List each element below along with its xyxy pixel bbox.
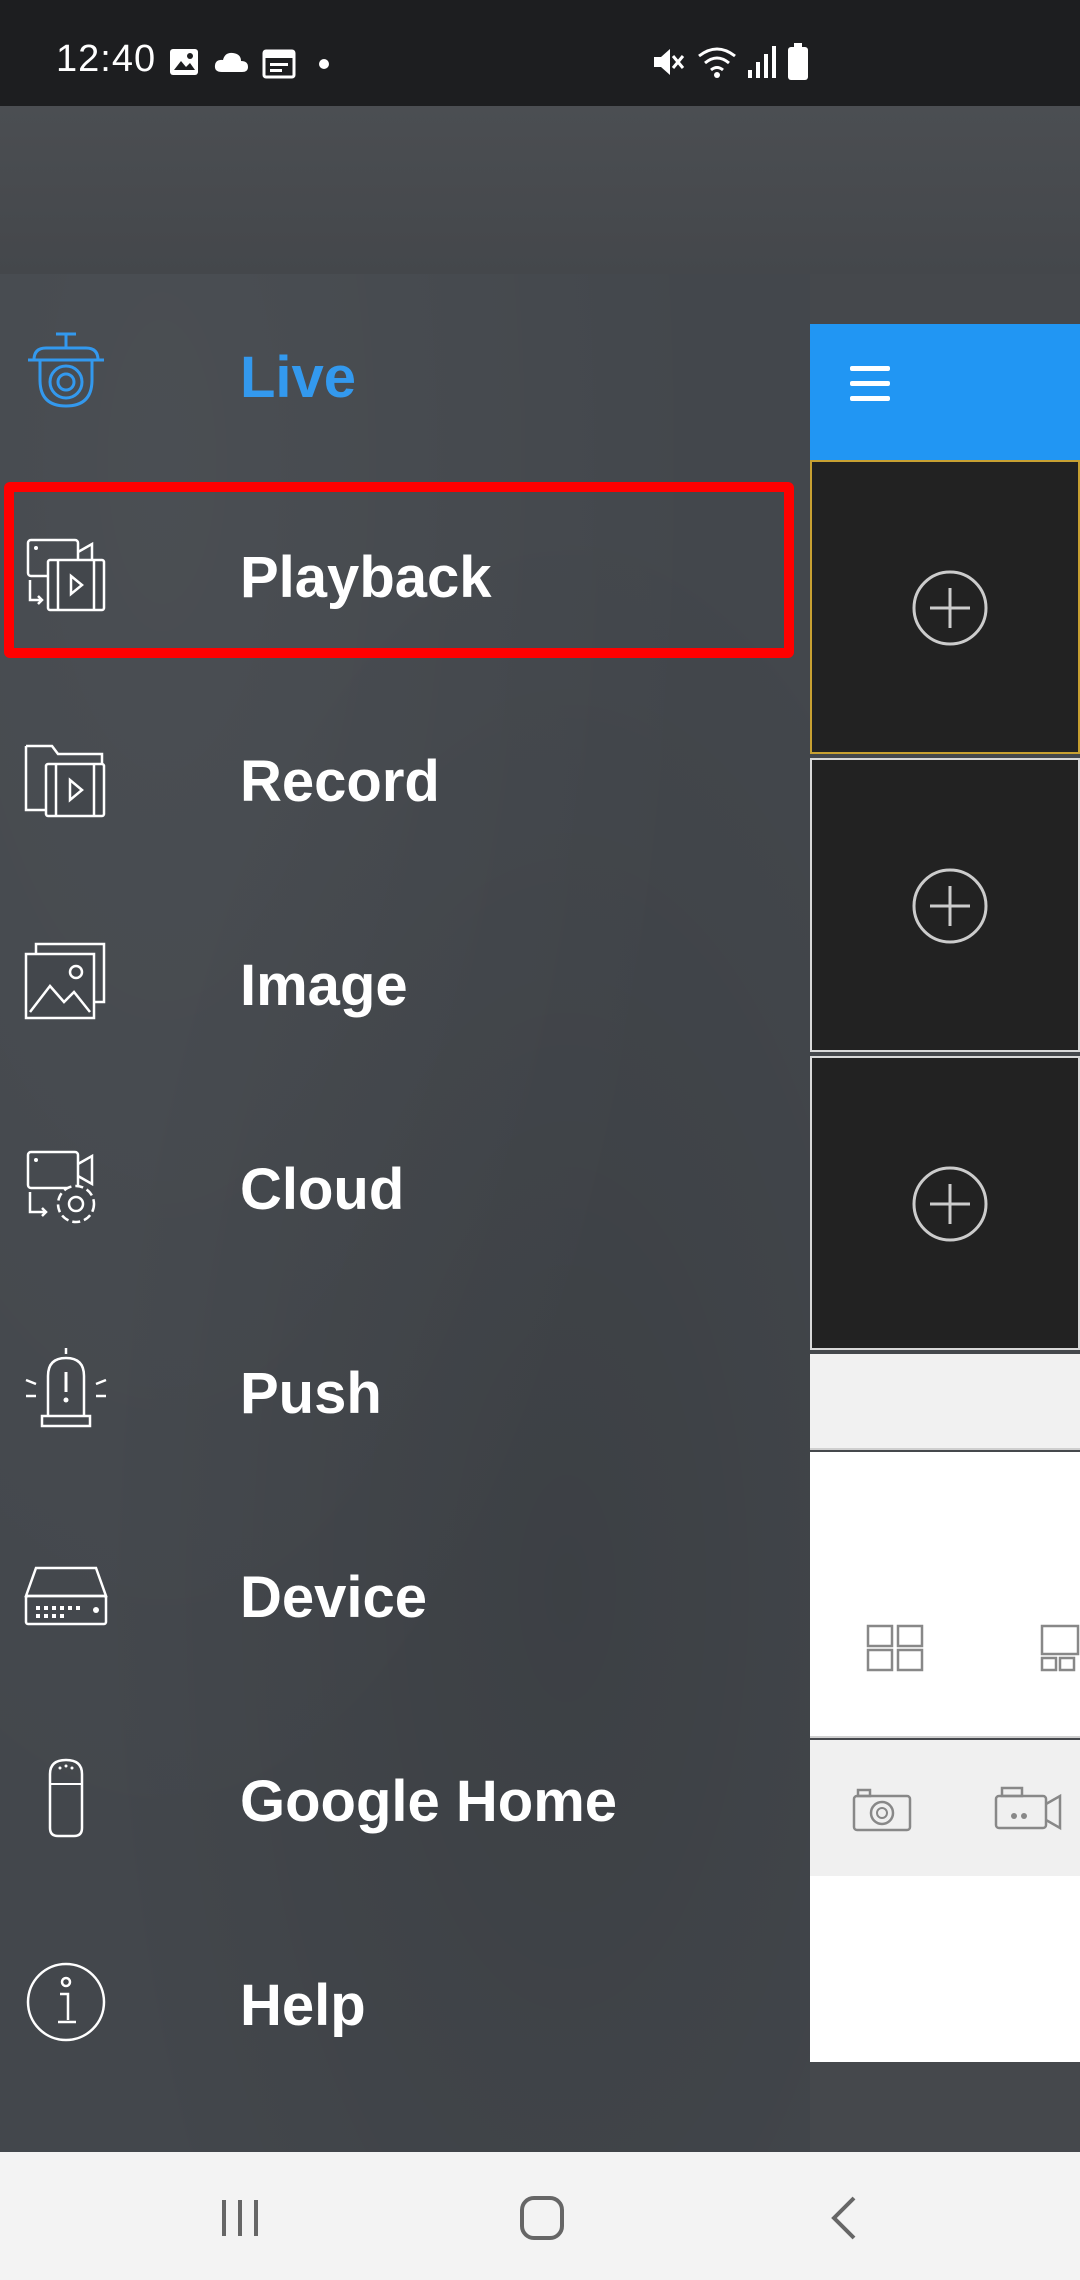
image-gallery-icon (24, 942, 106, 1020)
info-icon (26, 1962, 106, 2042)
app-header-area (0, 106, 1080, 274)
record-video-icon[interactable] (994, 1786, 1064, 1832)
video-tile[interactable] (810, 460, 1080, 754)
layout-selector (810, 1452, 1080, 1738)
drawer-item-label: Record (240, 749, 440, 814)
system-navigation-bar (0, 2152, 1080, 2280)
cloud-settings-icon (26, 1150, 96, 1224)
action-toolbar (810, 1740, 1080, 1876)
image-icon (170, 49, 198, 75)
drawer-item-label: Playback (240, 545, 492, 610)
status-bar: 12:40 (0, 0, 1080, 106)
video-tile[interactable] (810, 1056, 1080, 1350)
video-tile[interactable] (810, 758, 1080, 1052)
status-time: 12:40 (56, 38, 157, 80)
top-app-bar (810, 324, 1080, 460)
playback-icon (26, 538, 106, 612)
calendar-icon (262, 49, 296, 79)
home-icon[interactable] (514, 2190, 570, 2246)
grid-layout-icon[interactable] (866, 1624, 926, 1674)
drawer-item-device[interactable]: Device (0, 1494, 810, 1694)
add-channel-icon[interactable] (912, 570, 988, 646)
drawer-item-push[interactable]: Push (0, 1290, 810, 1490)
drawer-item-record[interactable]: Record (0, 678, 810, 878)
dvr-device-icon (24, 1566, 108, 1626)
drawer-item-google-home[interactable]: Google Home (0, 1698, 810, 1898)
drawer-item-help[interactable]: Help (0, 1902, 810, 2102)
back-icon[interactable] (818, 2190, 874, 2246)
google-home-icon (48, 1758, 84, 1838)
signal-icon (748, 46, 776, 78)
drawer-item-label: Help (240, 1973, 366, 2038)
recent-apps-icon[interactable] (212, 2190, 268, 2246)
notification-dot-icon (319, 59, 329, 69)
add-channel-icon[interactable] (912, 1166, 988, 1242)
main-content-panel (810, 274, 1080, 2152)
navigation-drawer: Live Playback Record Image Cloud Push De… (0, 274, 810, 2152)
drawer-item-live[interactable]: Live (0, 274, 810, 474)
menu-icon[interactable] (850, 366, 890, 406)
snapshot-camera-icon[interactable] (852, 1786, 912, 1832)
camera-icon (28, 332, 104, 408)
drawer-item-label: Google Home (240, 1769, 618, 1834)
battery-icon (788, 43, 808, 80)
cloud-icon (214, 52, 248, 72)
drawer-item-cloud[interactable]: Cloud (0, 1086, 810, 1286)
alarm-icon (25, 1348, 107, 1428)
drawer-item-label: Push (240, 1361, 382, 1426)
drawer-item-label: Device (240, 1565, 428, 1630)
drawer-item-image[interactable]: Image (0, 882, 810, 1082)
drawer-item-label: Live (240, 345, 357, 410)
drawer-item-playback[interactable]: Playback (0, 474, 810, 674)
info-band (810, 1354, 1080, 1450)
drawer-item-label: Cloud (240, 1157, 405, 1222)
mute-icon (654, 49, 685, 75)
multi-layout-icon[interactable] (1040, 1624, 1080, 1674)
add-channel-icon[interactable] (912, 868, 988, 944)
record-folder-icon (24, 744, 106, 818)
wifi-icon (698, 47, 736, 78)
drawer-item-label: Image (240, 953, 408, 1018)
content-area (810, 1876, 1080, 2062)
